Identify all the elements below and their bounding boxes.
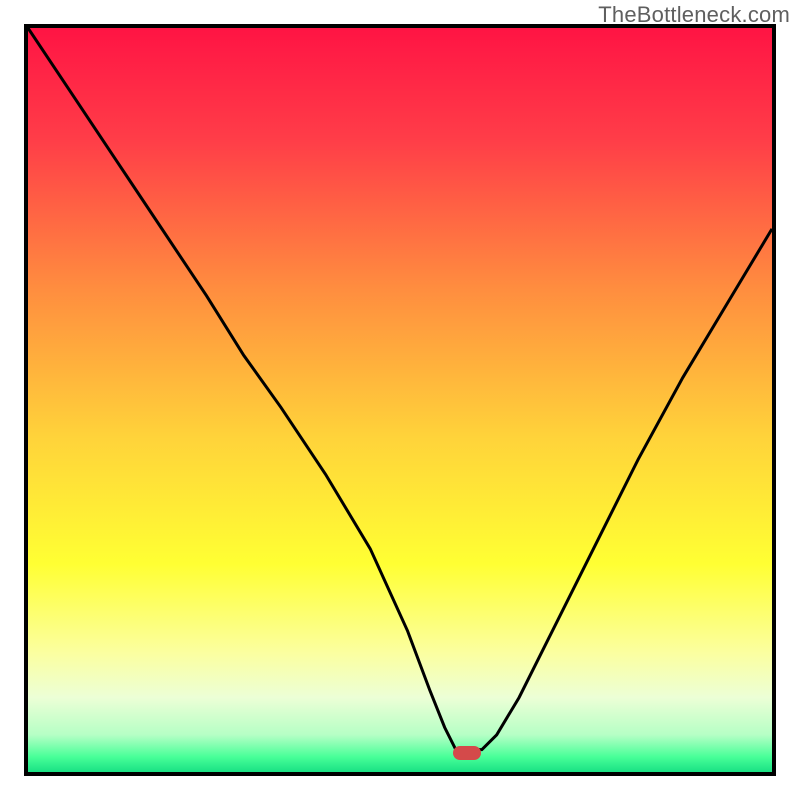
watermark-text: TheBottleneck.com [598,2,790,28]
chart-container: TheBottleneck.com [0,0,800,800]
optimum-marker [453,746,481,760]
bottleneck-curve [28,28,772,750]
curve-layer [28,28,772,772]
plot-frame [24,24,776,776]
